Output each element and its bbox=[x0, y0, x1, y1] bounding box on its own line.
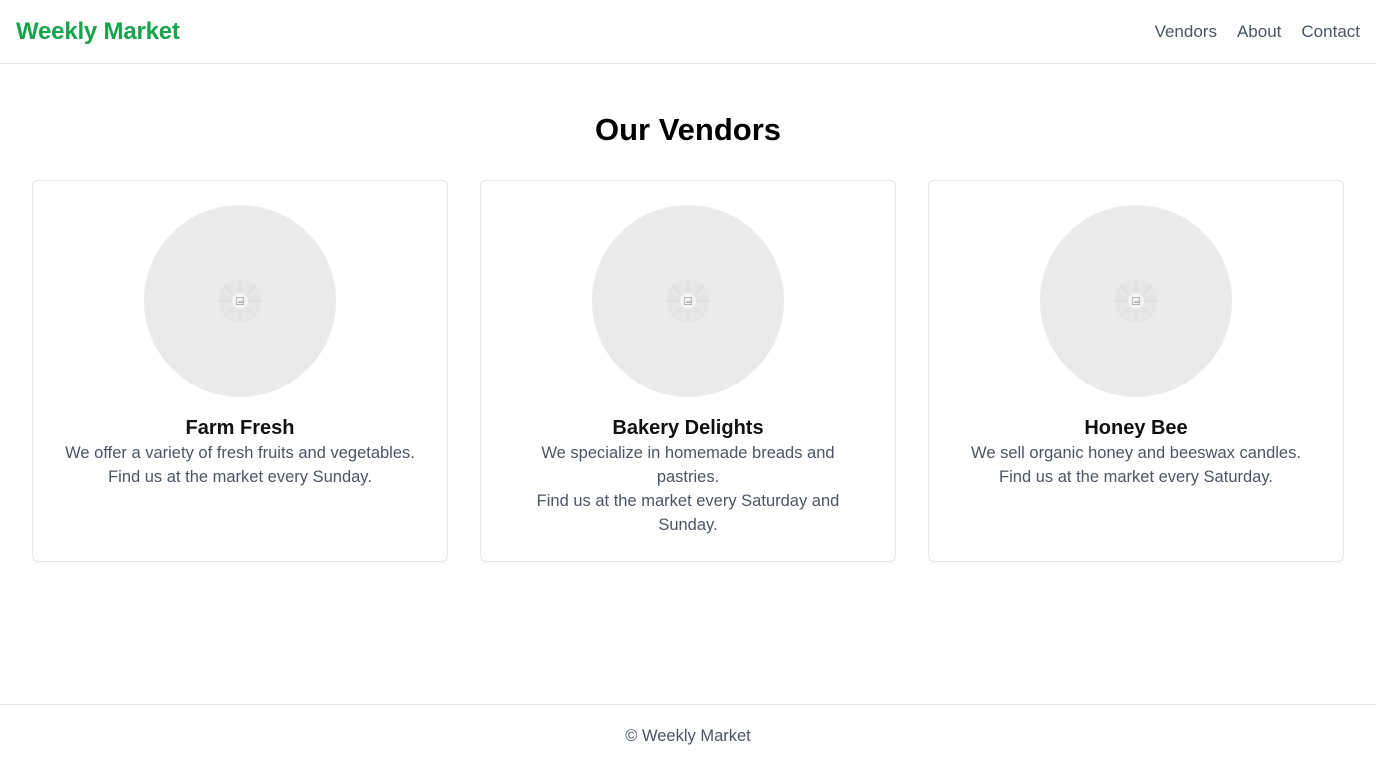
image-placeholder-icon bbox=[1114, 279, 1158, 323]
copyright-text: © Weekly Market bbox=[625, 727, 751, 745]
vendor-description: We specialize in homemade breads and pas… bbox=[541, 444, 835, 486]
nav-link-contact[interactable]: Contact bbox=[1301, 22, 1360, 42]
vendor-image bbox=[144, 205, 336, 397]
vendor-list: Farm Fresh We offer a variety of fresh f… bbox=[0, 180, 1376, 562]
vendor-card: Farm Fresh We offer a variety of fresh f… bbox=[32, 180, 448, 562]
vendor-name: Honey Bee bbox=[1084, 417, 1188, 439]
vendor-image bbox=[1040, 205, 1232, 397]
brand-logo-link[interactable]: Weekly Market bbox=[16, 18, 180, 46]
vendor-description: We sell organic honey and beeswax candle… bbox=[971, 444, 1301, 462]
nav-link-vendors[interactable]: Vendors bbox=[1155, 22, 1217, 42]
vendor-schedule: Find us at the market every Sunday. bbox=[108, 468, 372, 486]
image-placeholder-icon bbox=[666, 279, 710, 323]
page-title: Our Vendors bbox=[594, 112, 782, 147]
site-header: Weekly Market Vendors About Contact bbox=[0, 0, 1376, 64]
vendor-schedule: Find us at the market every Saturday. bbox=[999, 468, 1273, 486]
site-footer: © Weekly Market bbox=[0, 704, 1376, 768]
vendor-name: Farm Fresh bbox=[185, 417, 295, 439]
vendor-description: We offer a variety of fresh fruits and v… bbox=[65, 444, 415, 462]
vendor-schedule: Find us at the market every Saturday and… bbox=[536, 492, 840, 534]
vendor-card: Honey Bee We sell organic honey and bees… bbox=[928, 180, 1344, 562]
main-nav: Vendors About Contact bbox=[1155, 22, 1360, 42]
image-placeholder-icon bbox=[218, 279, 262, 323]
vendor-image bbox=[592, 205, 784, 397]
vendor-card: Bakery Delights We specialize in homemad… bbox=[480, 180, 896, 562]
main-content: Our Vendors Farm Fresh We offer a variet… bbox=[0, 64, 1376, 704]
nav-link-about[interactable]: About bbox=[1237, 22, 1281, 42]
vendor-name: Bakery Delights bbox=[612, 417, 764, 439]
